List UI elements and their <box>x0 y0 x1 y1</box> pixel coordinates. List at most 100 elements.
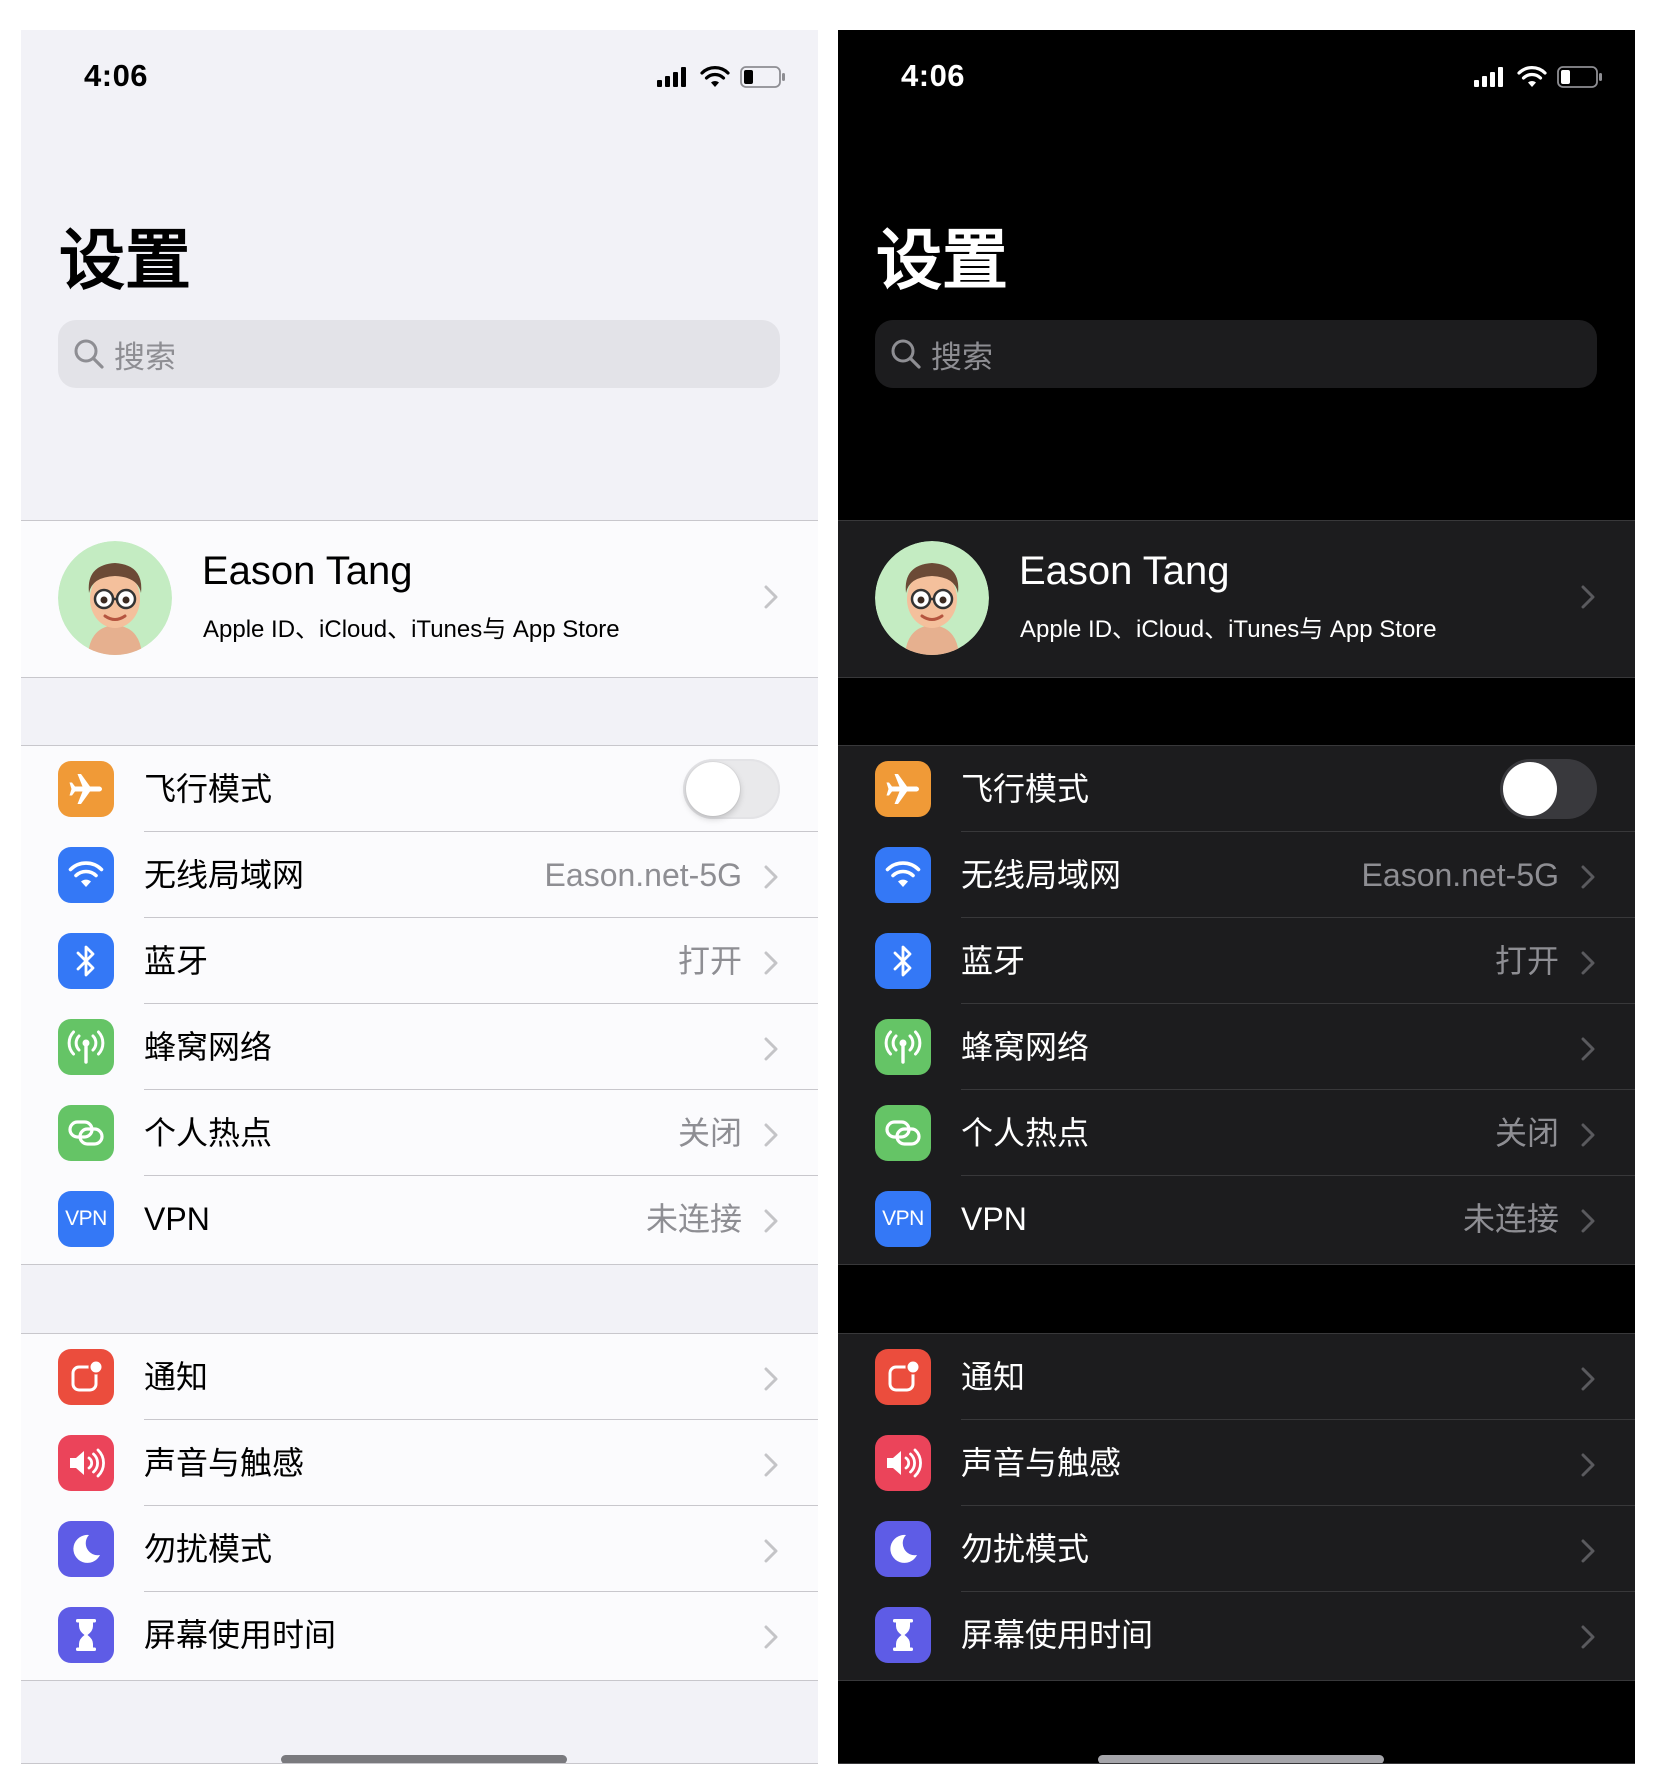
row-label: 声音与触感 <box>144 1444 305 1482</box>
chevron-right-icon <box>1581 951 1595 975</box>
chevron-right-icon <box>764 951 778 975</box>
vpn-icon-text: VPN <box>65 1207 107 1230</box>
row-label: 蜂窝网络 <box>961 1028 1090 1066</box>
sounds-haptics-row[interactable]: 声音与触感 <box>838 1420 1635 1506</box>
search-placeholder: 搜索 <box>114 339 176 376</box>
airplane-mode-toggle[interactable] <box>1500 759 1597 819</box>
row-value: 关闭 <box>677 1115 742 1151</box>
row-value: Eason.net-5G <box>1361 857 1559 893</box>
row-value: Eason.net-5G <box>544 857 742 893</box>
row-value: 未连接 <box>645 1201 742 1237</box>
cellular-row[interactable]: 蜂窝网络 <box>838 1004 1635 1090</box>
chevron-right-icon <box>1581 1453 1595 1477</box>
do-not-disturb-row[interactable]: 勿扰模式 <box>838 1506 1635 1592</box>
chevron-right-icon <box>764 1367 778 1391</box>
page-title: 设置 <box>59 222 191 299</box>
airplane-mode-row: 飞行模式 <box>838 746 1635 832</box>
cellular-antenna-icon <box>875 1019 931 1075</box>
row-value: 打开 <box>677 943 742 979</box>
chevron-right-icon <box>764 1625 778 1649</box>
settings-screen-dark: 4:06 设置 搜索 Eason Tang Apple ID、iCloud、iT… <box>838 30 1635 1764</box>
chevron-right-icon <box>1581 1539 1595 1563</box>
bluetooth-icon <box>58 933 114 989</box>
row-label: 通知 <box>144 1358 209 1396</box>
airplane-icon <box>58 761 114 817</box>
bluetooth-row[interactable]: 蓝牙 打开 <box>21 918 818 1004</box>
search-input[interactable]: 搜索 <box>58 320 780 388</box>
battery-icon <box>740 66 785 88</box>
profile-subtitle: Apple ID、iCloud、iTunes与 App Store <box>203 616 620 643</box>
profile-name: Eason Tang <box>1019 549 1230 593</box>
row-label: 声音与触感 <box>961 1444 1122 1482</box>
status-bar: 4:06 <box>21 30 818 130</box>
cellular-signal-icon <box>1474 67 1503 87</box>
chevron-right-icon <box>1581 1625 1595 1649</box>
chevron-right-icon <box>1581 1367 1595 1391</box>
chevron-right-icon <box>764 865 778 889</box>
chevron-right-icon <box>1581 1123 1595 1147</box>
hourglass-icon <box>58 1607 114 1663</box>
search-icon <box>891 339 921 369</box>
speaker-icon <box>875 1435 931 1491</box>
moon-icon <box>875 1521 931 1577</box>
hotspot-link-icon <box>58 1105 114 1161</box>
wifi-icon <box>875 847 931 903</box>
sounds-haptics-row[interactable]: 声音与触感 <box>21 1420 818 1506</box>
row-label: 通知 <box>961 1358 1026 1396</box>
vpn-icon: VPN <box>875 1191 931 1247</box>
notifications-row[interactable]: 通知 <box>838 1334 1635 1420</box>
chevron-right-icon <box>764 1037 778 1061</box>
chevron-right-icon <box>1581 1037 1595 1061</box>
screen-time-row[interactable]: 屏幕使用时间 <box>21 1592 818 1678</box>
divider <box>21 1763 818 1764</box>
notifications-row[interactable]: 通知 <box>21 1334 818 1420</box>
wifi-signal-icon <box>700 66 730 87</box>
airplane-icon <box>875 761 931 817</box>
chevron-right-icon <box>1581 865 1595 889</box>
row-label: 屏幕使用时间 <box>144 1616 337 1654</box>
personal-hotspot-row[interactable]: 个人热点 关闭 <box>838 1090 1635 1176</box>
personal-hotspot-row[interactable]: 个人热点 关闭 <box>21 1090 818 1176</box>
airplane-mode-toggle[interactable] <box>683 759 780 819</box>
system-settings-group: 通知 声音与触感 勿扰模式 屏幕使用时间 <box>21 1333 818 1681</box>
settings-screen-light: 4:06 设置 搜索 Eason Tang Apple ID、iCloud、iT… <box>21 30 818 1764</box>
row-value: 未连接 <box>1462 1201 1559 1237</box>
row-label: 无线局域网 <box>144 856 305 894</box>
row-label: 勿扰模式 <box>961 1530 1090 1568</box>
chevron-right-icon <box>1581 585 1595 609</box>
wifi-icon <box>58 847 114 903</box>
notification-icon <box>58 1349 114 1405</box>
cellular-row[interactable]: 蜂窝网络 <box>21 1004 818 1090</box>
search-input[interactable]: 搜索 <box>875 320 1597 388</box>
bluetooth-row[interactable]: 蓝牙 打开 <box>838 918 1635 1004</box>
status-time: 4:06 <box>901 58 966 93</box>
profile-subtitle: Apple ID、iCloud、iTunes与 App Store <box>1020 616 1437 643</box>
bluetooth-icon <box>875 933 931 989</box>
apple-id-profile-row[interactable]: Eason Tang Apple ID、iCloud、iTunes与 App S… <box>21 520 818 678</box>
status-time: 4:06 <box>84 58 149 93</box>
profile-name: Eason Tang <box>202 549 413 593</box>
network-settings-group: 飞行模式 无线局域网 Eason.net-5G 蓝牙 打开 蜂窝网络 个人热点 … <box>21 745 818 1265</box>
row-label: 屏幕使用时间 <box>961 1616 1154 1654</box>
avatar <box>875 541 989 655</box>
vpn-row[interactable]: VPN VPN 未连接 <box>21 1176 818 1262</box>
avatar <box>58 541 172 655</box>
speaker-icon <box>58 1435 114 1491</box>
wifi-row[interactable]: 无线局域网 Eason.net-5G <box>838 832 1635 918</box>
system-settings-group: 通知 声音与触感 勿扰模式 屏幕使用时间 <box>838 1333 1635 1681</box>
screen-time-row[interactable]: 屏幕使用时间 <box>838 1592 1635 1678</box>
vpn-row[interactable]: VPN VPN 未连接 <box>838 1176 1635 1262</box>
hotspot-link-icon <box>875 1105 931 1161</box>
row-label: 个人热点 <box>144 1114 273 1152</box>
chevron-right-icon <box>764 1123 778 1147</box>
apple-id-profile-row[interactable]: Eason Tang Apple ID、iCloud、iTunes与 App S… <box>838 520 1635 678</box>
page-title: 设置 <box>876 222 1008 299</box>
wifi-row[interactable]: 无线局域网 Eason.net-5G <box>21 832 818 918</box>
vpn-icon-text: VPN <box>882 1207 924 1230</box>
vpn-icon: VPN <box>58 1191 114 1247</box>
moon-icon <box>58 1521 114 1577</box>
do-not-disturb-row[interactable]: 勿扰模式 <box>21 1506 818 1592</box>
wifi-signal-icon <box>1517 66 1547 87</box>
hourglass-icon <box>875 1607 931 1663</box>
toggle-knob <box>1503 762 1557 816</box>
